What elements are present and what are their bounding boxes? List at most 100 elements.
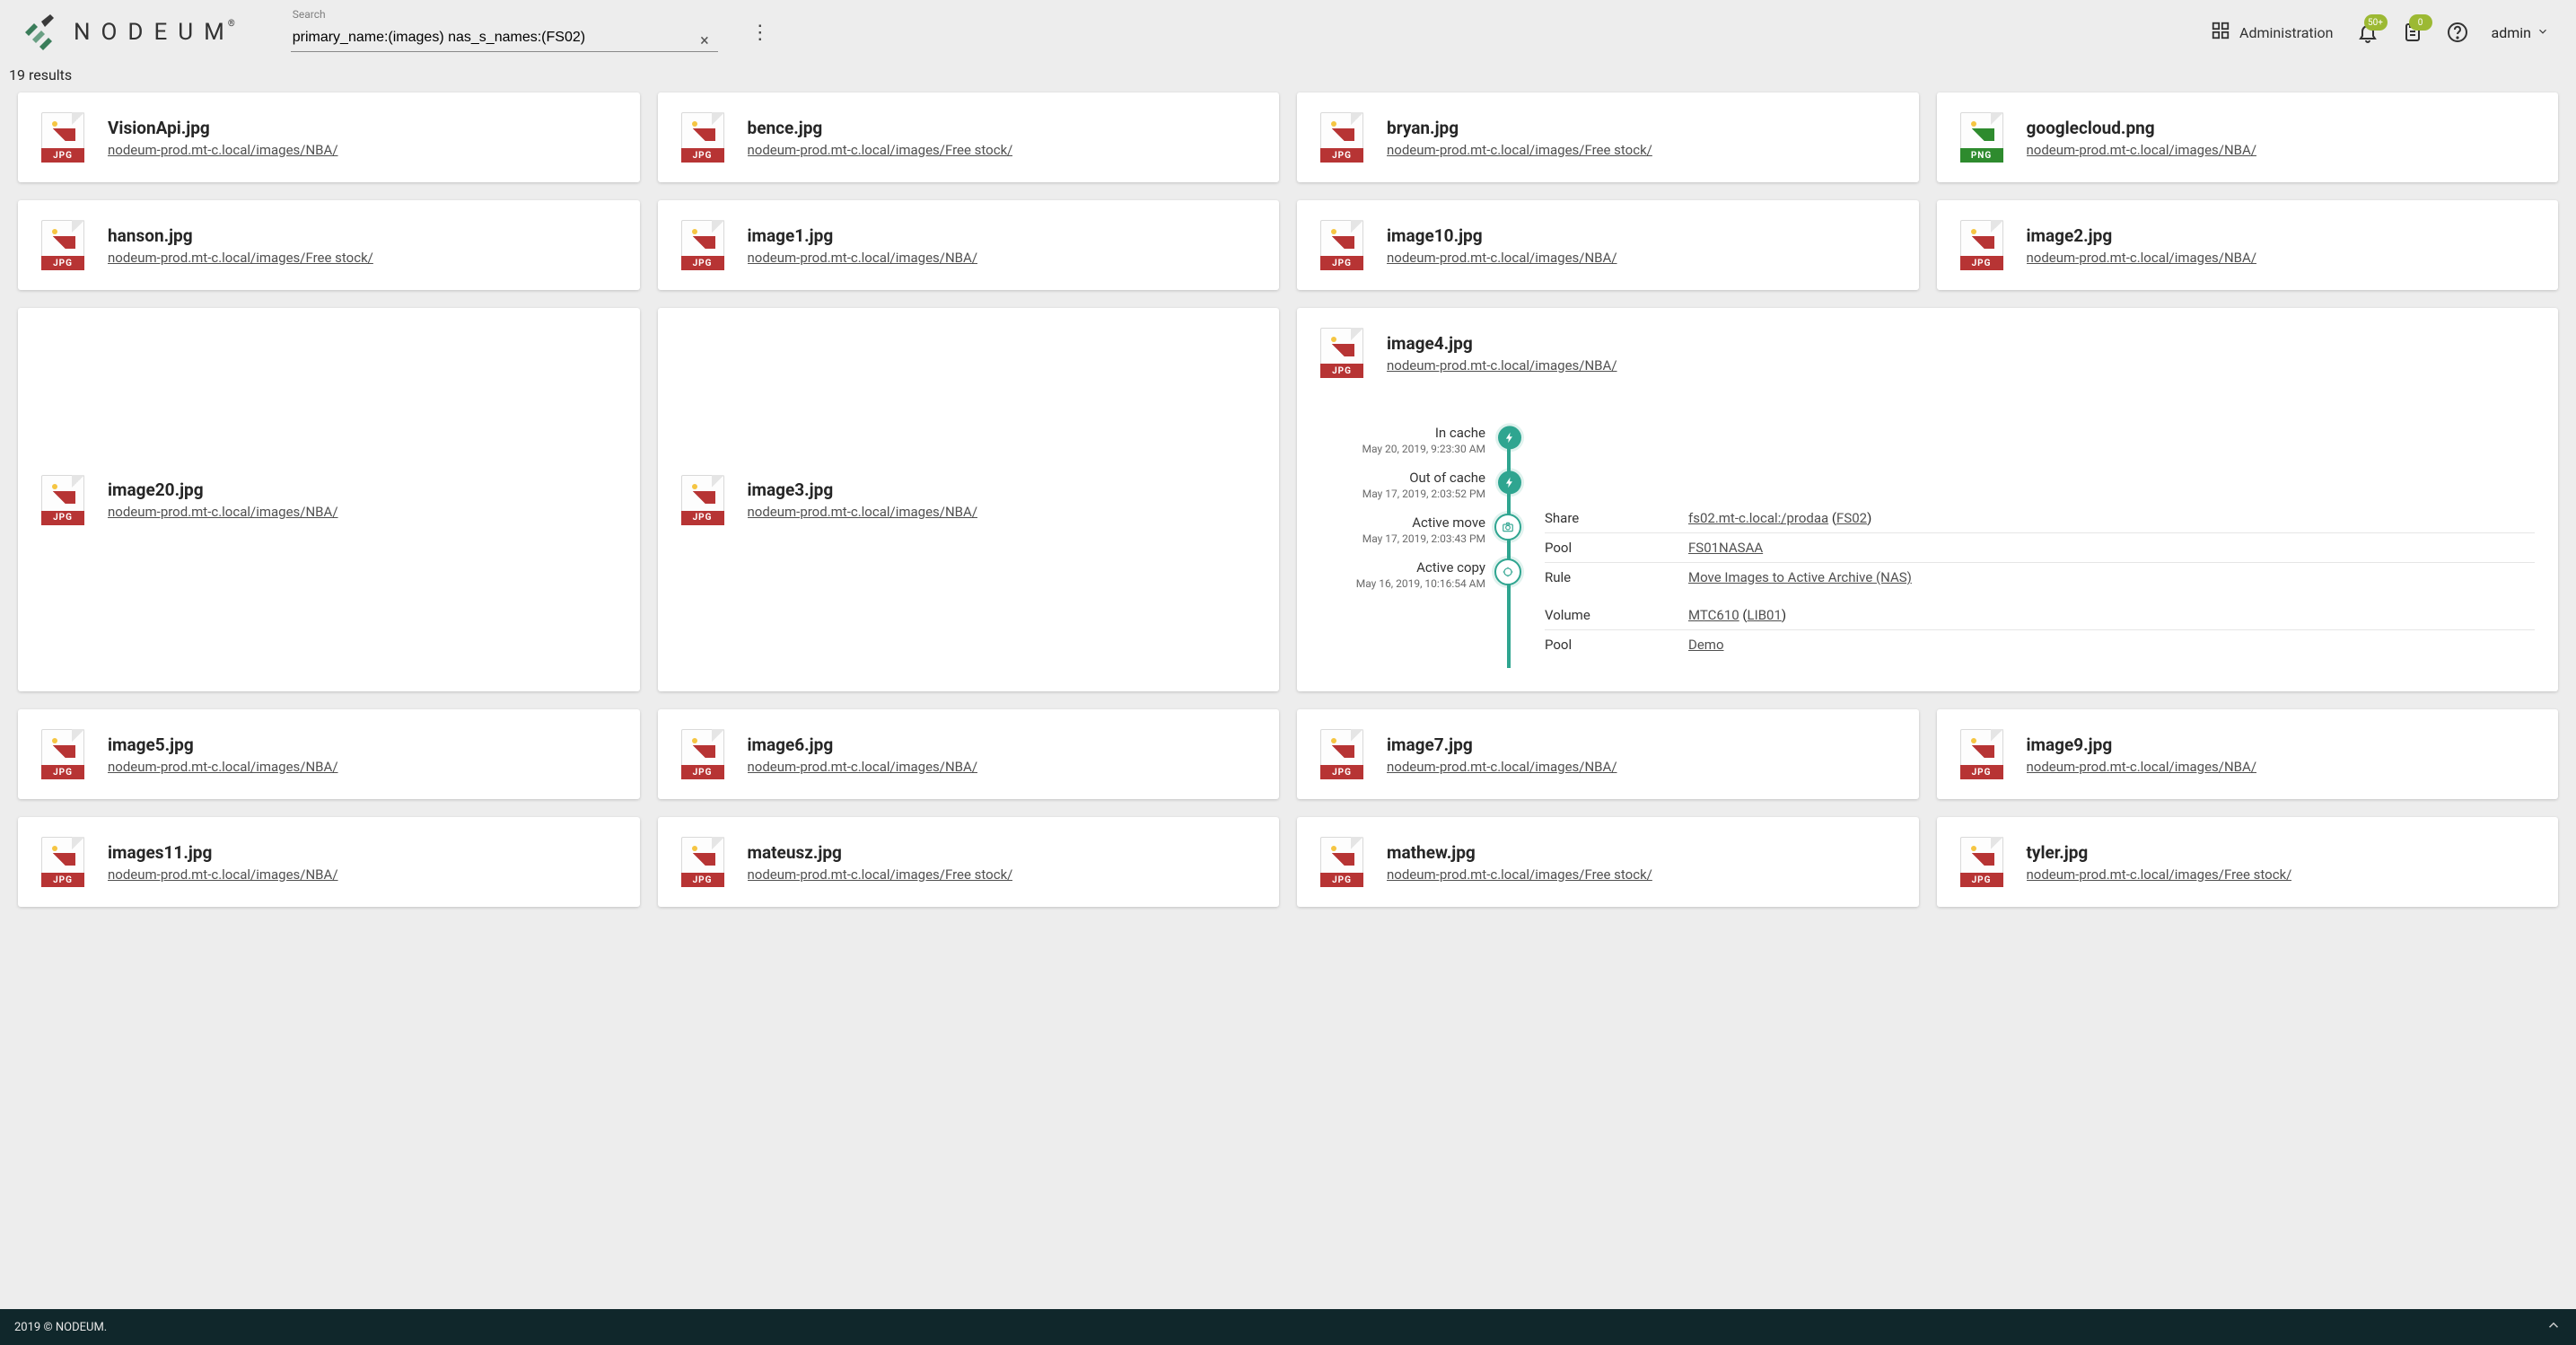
timeline-event: Active copy May 16, 2019, 10:16:54 AM <box>1356 552 1527 597</box>
file-card[interactable]: JPG mateusz.jpg nodeum-prod.mt-c.local/i… <box>658 817 1280 907</box>
notifications-button[interactable]: 50+ <box>2357 22 2379 43</box>
tasks-button[interactable]: 0 <box>2402 22 2423 43</box>
app-header: NODEUM® Search × ⋮ Administration 50+ 0 … <box>0 0 2576 65</box>
timeline-label: Active move <box>1412 514 1485 531</box>
file-name: mathew.jpg <box>1387 842 1652 863</box>
file-card-expanded[interactable]: JPG image4.jpg nodeum-prod.mt-c.local/im… <box>1297 308 2558 691</box>
timeline-date: May 16, 2019, 10:16:54 AM <box>1356 577 1485 590</box>
detail-row: Volume MTC610 (LIB01) <box>1545 601 2535 630</box>
file-card[interactable]: JPG hanson.jpg nodeum-prod.mt-c.local/im… <box>18 200 640 290</box>
detail-row: PoolDemo <box>1545 630 2535 659</box>
file-path[interactable]: nodeum-prod.mt-c.local/images/Free stock… <box>108 250 373 266</box>
gear-icon <box>1494 558 1521 585</box>
dashboard-icon <box>2211 21 2230 44</box>
search-field[interactable]: Search × <box>291 13 718 52</box>
file-name: image9.jpg <box>2027 734 2257 755</box>
detail-value[interactable]: Move Images to Active Archive (NAS) <box>1688 569 1912 585</box>
file-card[interactable]: JPG bence.jpg nodeum-prod.mt-c.local/ima… <box>658 92 1280 182</box>
file-path[interactable]: nodeum-prod.mt-c.local/images/NBA/ <box>2027 250 2257 266</box>
file-type-icon: JPG <box>41 475 84 525</box>
detail-row: Rule Move Images to Active Archive (NAS) <box>1545 563 2535 592</box>
file-path[interactable]: nodeum-prod.mt-c.local/images/NBA/ <box>1387 250 1617 266</box>
detail-row: Share fs02.mt-c.local:/prodaa (FS02) <box>1545 504 2535 533</box>
chevron-down-icon <box>2537 24 2549 41</box>
file-name: bryan.jpg <box>1387 118 1652 138</box>
timeline-date: May 17, 2019, 2:03:52 PM <box>1362 488 1485 500</box>
active-copy-details: Volume MTC610 (LIB01) PoolDemo <box>1545 601 2535 659</box>
results-count: 19 results <box>0 65 2576 92</box>
user-menu[interactable]: admin <box>2492 24 2549 41</box>
brand-block: NODEUM® <box>22 14 246 50</box>
file-card[interactable]: JPG mathew.jpg nodeum-prod.mt-c.local/im… <box>1297 817 1919 907</box>
file-type-icon: JPG <box>1320 729 1363 779</box>
file-type-icon: JPG <box>1320 328 1363 378</box>
detail-key: Volume <box>1545 607 1670 623</box>
file-type-icon: JPG <box>681 475 724 525</box>
file-type-icon: JPG <box>1320 837 1363 887</box>
detail-key: Pool <box>1545 540 1670 556</box>
file-type-icon: JPG <box>1960 837 2003 887</box>
timeline-label: In cache <box>1435 425 1485 441</box>
file-name: mateusz.jpg <box>748 842 1013 863</box>
tasks-badge: 0 <box>2409 14 2432 31</box>
timeline-event: Active move May 17, 2019, 2:03:43 PM <box>1362 507 1527 552</box>
detail-value[interactable]: Demo <box>1688 637 1724 653</box>
file-card[interactable]: JPG image5.jpg nodeum-prod.mt-c.local/im… <box>18 709 640 799</box>
clear-icon[interactable]: × <box>700 31 709 50</box>
file-card[interactable]: JPG tyler.jpg nodeum-prod.mt-c.local/ima… <box>1937 817 2559 907</box>
file-card[interactable]: JPG image20.jpg nodeum-prod.mt-c.local/i… <box>18 308 640 691</box>
detail-value[interactable]: fs02.mt-c.local:/prodaa (FS02) <box>1688 510 1871 526</box>
file-path[interactable]: nodeum-prod.mt-c.local/images/Free stock… <box>748 142 1013 158</box>
file-path[interactable]: nodeum-prod.mt-c.local/images/NBA/ <box>108 142 338 158</box>
file-name: image5.jpg <box>108 734 338 755</box>
file-card[interactable]: JPG image9.jpg nodeum-prod.mt-c.local/im… <box>1937 709 2559 799</box>
administration-link[interactable]: Administration <box>2211 21 2334 44</box>
file-path[interactable]: nodeum-prod.mt-c.local/images/NBA/ <box>748 759 978 775</box>
administration-label: Administration <box>2239 24 2334 41</box>
file-path[interactable]: nodeum-prod.mt-c.local/images/Free stock… <box>1387 866 1652 883</box>
file-path[interactable]: nodeum-prod.mt-c.local/images/NBA/ <box>2027 142 2257 158</box>
file-card[interactable]: JPG image7.jpg nodeum-prod.mt-c.local/im… <box>1297 709 1919 799</box>
file-name: bence.jpg <box>748 118 1013 138</box>
file-card[interactable]: JPG VisionApi.jpg nodeum-prod.mt-c.local… <box>18 92 640 182</box>
timeline-event: In cache May 20, 2019, 9:23:30 AM <box>1362 418 1527 462</box>
active-move-details: Share fs02.mt-c.local:/prodaa (FS02) Pool F… <box>1545 504 2535 592</box>
search-label: Search <box>293 8 326 21</box>
file-name: image20.jpg <box>108 479 338 500</box>
footer-text: 2019 © NODEUM. <box>14 1321 107 1334</box>
file-path[interactable]: nodeum-prod.mt-c.local/images/NBA/ <box>2027 759 2257 775</box>
file-name: images11.jpg <box>108 842 338 863</box>
file-type-icon: JPG <box>41 837 84 887</box>
file-card[interactable]: JPG image2.jpg nodeum-prod.mt-c.local/im… <box>1937 200 2559 290</box>
file-path[interactable]: nodeum-prod.mt-c.local/images/NBA/ <box>108 504 338 520</box>
file-path[interactable]: nodeum-prod.mt-c.local/images/NBA/ <box>748 504 978 520</box>
file-name: hanson.jpg <box>108 225 373 246</box>
help-button[interactable] <box>2447 22 2468 43</box>
file-path[interactable]: nodeum-prod.mt-c.local/images/NBA/ <box>748 250 978 266</box>
detail-value[interactable]: FS01NASAA <box>1688 540 1763 556</box>
file-path[interactable]: nodeum-prod.mt-c.local/images/Free stock… <box>2027 866 2292 883</box>
file-path[interactable]: nodeum-prod.mt-c.local/images/NBA/ <box>108 866 338 883</box>
file-path[interactable]: nodeum-prod.mt-c.local/images/Free stock… <box>1387 142 1652 158</box>
file-card[interactable]: JPG image6.jpg nodeum-prod.mt-c.local/im… <box>658 709 1280 799</box>
file-card[interactable]: JPG image1.jpg nodeum-prod.mt-c.local/im… <box>658 200 1280 290</box>
file-path[interactable]: nodeum-prod.mt-c.local/images/NBA/ <box>1387 759 1617 775</box>
file-path[interactable]: nodeum-prod.mt-c.local/images/NBA/ <box>1387 357 1617 374</box>
file-timeline: In cache May 20, 2019, 9:23:30 AM Out of… <box>1320 418 2535 668</box>
file-path[interactable]: nodeum-prod.mt-c.local/images/Free stock… <box>748 866 1013 883</box>
detail-key: Share <box>1545 510 1670 526</box>
file-path[interactable]: nodeum-prod.mt-c.local/images/NBA/ <box>108 759 338 775</box>
detail-key: Rule <box>1545 569 1670 585</box>
file-name: image4.jpg <box>1387 333 1617 354</box>
file-card[interactable]: JPG images11.jpg nodeum-prod.mt-c.local/… <box>18 817 640 907</box>
search-input[interactable] <box>291 13 718 52</box>
file-card[interactable]: JPG bryan.jpg nodeum-prod.mt-c.local/ima… <box>1297 92 1919 182</box>
file-type-icon: JPG <box>681 729 724 779</box>
file-name: image3.jpg <box>748 479 978 500</box>
file-card[interactable]: JPG image3.jpg nodeum-prod.mt-c.local/im… <box>658 308 1280 691</box>
scroll-top-button[interactable] <box>2545 1317 2562 1337</box>
file-card[interactable]: JPG image10.jpg nodeum-prod.mt-c.local/i… <box>1297 200 1919 290</box>
more-icon[interactable]: ⋮ <box>750 22 769 44</box>
file-card[interactable]: PNG googlecloud.png nodeum-prod.mt-c.loc… <box>1937 92 2559 182</box>
detail-value[interactable]: MTC610 (LIB01) <box>1688 607 1786 623</box>
